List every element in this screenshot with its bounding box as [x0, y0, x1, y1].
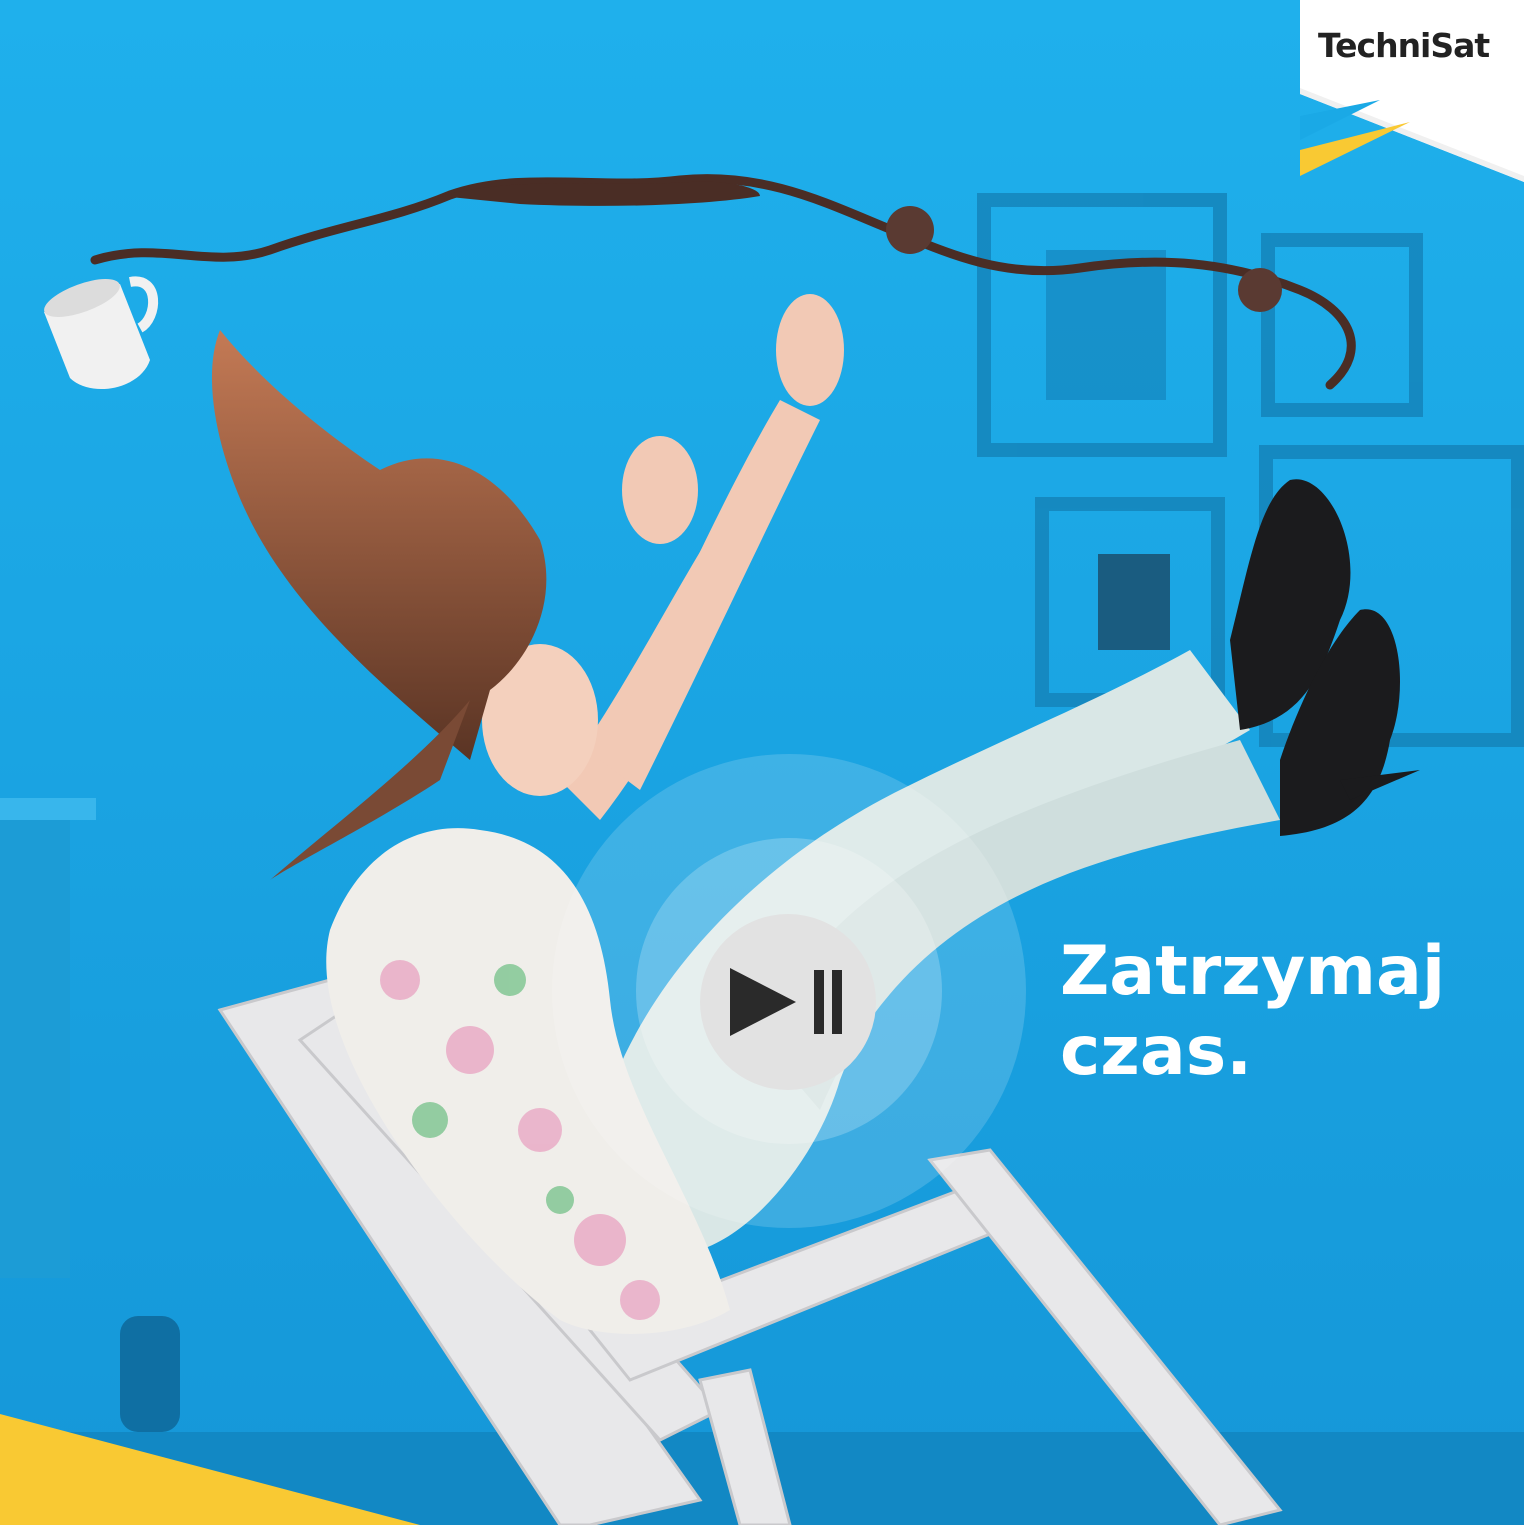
headline: Zatrzymaj czas. [1060, 932, 1500, 1092]
play-pause-button[interactable] [700, 914, 876, 1090]
headline-line-1: Zatrzymaj [1060, 932, 1446, 1011]
brand-logo: TechniSat [1318, 26, 1490, 65]
headline-line-2: czas. [1060, 1012, 1253, 1091]
play-pause-icon [730, 968, 842, 1036]
yellow-accent-wedge [0, 1414, 420, 1525]
advertisement-banner: TechniSat Zatrzymaj czas. [0, 0, 1524, 1525]
